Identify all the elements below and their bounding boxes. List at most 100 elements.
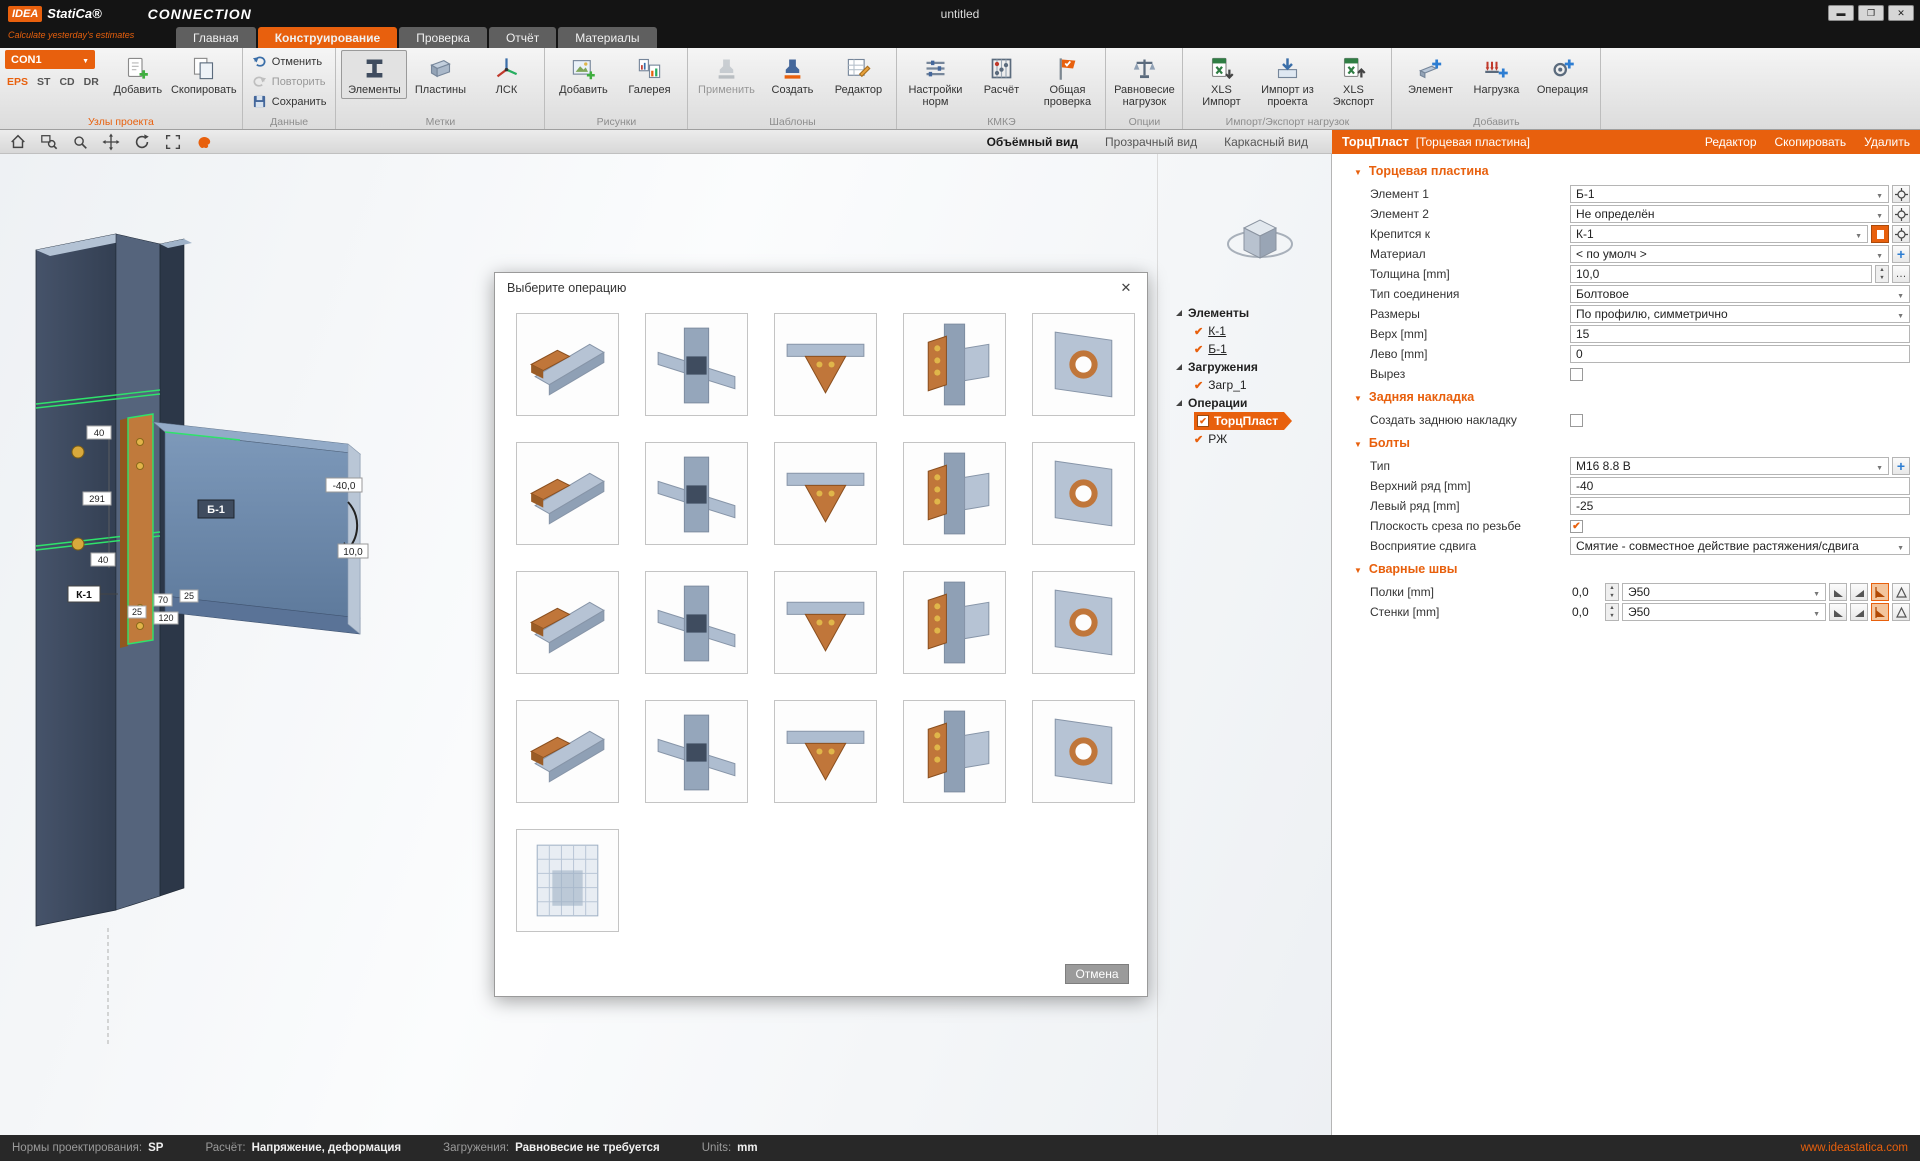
operation-thumbnail[interactable]: [903, 571, 1006, 674]
plate-bolt[interactable]: [137, 439, 144, 446]
tree-group-elements[interactable]: Элементы: [1176, 304, 1284, 322]
minimize-button[interactable]: ▬: [1828, 5, 1854, 21]
weld-type-button[interactable]: [1892, 583, 1910, 601]
tab-materials[interactable]: Материалы: [558, 27, 656, 48]
tree-group-loads[interactable]: Загружения: [1176, 358, 1284, 376]
calculate-button[interactable]: Расчёт: [968, 50, 1034, 99]
operation-thumbnail[interactable]: [1032, 571, 1135, 674]
operation-thumbnail[interactable]: [1032, 313, 1135, 416]
flange-weld-stepper[interactable]: [1605, 583, 1619, 601]
labels-lcs-button[interactable]: ЛСК: [473, 50, 539, 99]
spin-down-icon[interactable]: [1606, 612, 1618, 620]
view-mode-transparent[interactable]: Прозрачный вид: [1105, 135, 1197, 149]
operation-thumbnail[interactable]: [516, 313, 619, 416]
operation-thumbnail[interactable]: [516, 700, 619, 803]
spin-down-icon[interactable]: [1876, 274, 1888, 282]
tab-design[interactable]: Конструирование: [258, 27, 398, 48]
top-input[interactable]: 15: [1570, 325, 1910, 343]
tree-item-b1[interactable]: Б-1: [1176, 340, 1284, 358]
checkbox-icon[interactable]: [1197, 415, 1209, 427]
size-mode-select[interactable]: По профилю, симметрично: [1570, 305, 1910, 323]
beam-label[interactable]: Б-1: [198, 500, 234, 518]
add-material-button[interactable]: [1892, 245, 1910, 263]
spin-up-icon[interactable]: [1606, 584, 1618, 592]
view-mode-wireframe[interactable]: Каркасный вид: [1224, 135, 1308, 149]
weld-type-button[interactable]: [1892, 603, 1910, 621]
operation-thumbnail[interactable]: [774, 442, 877, 545]
import-from-project-button[interactable]: Импорт из проекта: [1254, 50, 1320, 111]
bolt-type-select[interactable]: M16 8.8 B: [1570, 457, 1889, 475]
operation-thumbnail[interactable]: [645, 442, 748, 545]
add-node-button[interactable]: Добавить: [105, 50, 171, 99]
flange-electrode-select[interactable]: Э50: [1622, 583, 1826, 601]
column-flange-face[interactable]: [36, 234, 116, 926]
save-button[interactable]: Сохранить: [248, 92, 331, 111]
3d-model[interactable]: Б-1 К-1 40 291: [8, 220, 488, 1050]
redo-button[interactable]: Повторить: [248, 72, 331, 91]
gallery-button[interactable]: Галерея: [616, 50, 682, 99]
close-button[interactable]: ✕: [1888, 5, 1914, 21]
xls-export-button[interactable]: XLS Экспорт: [1320, 50, 1386, 111]
fit-view-icon[interactable]: [163, 132, 183, 152]
editor-action[interactable]: Редактор: [1705, 135, 1757, 149]
cutout-checkbox[interactable]: [1570, 368, 1583, 381]
tree-group-operations[interactable]: Операции: [1176, 394, 1284, 412]
end-plate-side[interactable]: [120, 418, 128, 648]
pick-element-button[interactable]: [1892, 185, 1910, 203]
copy-node-button[interactable]: Скопировать: [171, 50, 237, 99]
xls-import-button[interactable]: XLS Импорт: [1188, 50, 1254, 111]
code-setup-button[interactable]: Настройки норм: [902, 50, 968, 111]
bolt-head[interactable]: [72, 446, 84, 458]
mode-st[interactable]: ST: [37, 76, 50, 88]
create-backplate-checkbox[interactable]: [1570, 414, 1583, 427]
weld-type-button[interactable]: [1850, 583, 1868, 601]
section-endplate-header[interactable]: Торцевая пластина: [1332, 158, 1920, 184]
operation-thumbnail[interactable]: [1032, 442, 1135, 545]
overall-check-button[interactable]: Общая проверка: [1034, 50, 1100, 111]
operation-thumbnail[interactable]: [903, 313, 1006, 416]
copy-action[interactable]: Скопировать: [1775, 135, 1847, 149]
operation-thumbnail[interactable]: [903, 442, 1006, 545]
labels-plates-button[interactable]: Пластины: [407, 50, 473, 99]
tab-report[interactable]: Отчёт: [489, 27, 556, 48]
web-electrode-select[interactable]: Э50: [1622, 603, 1826, 621]
add-picture-button[interactable]: Добавить: [550, 50, 616, 99]
weld-type-button-active[interactable]: [1871, 583, 1889, 601]
material-select[interactable]: < по умолч >: [1570, 245, 1889, 263]
section-bolts-header[interactable]: Болты: [1332, 430, 1920, 456]
add-load-button[interactable]: Нагрузка: [1463, 50, 1529, 99]
thickness-stepper[interactable]: [1875, 265, 1889, 283]
operation-thumbnail[interactable]: [774, 700, 877, 803]
mode-cd[interactable]: CD: [59, 76, 74, 88]
spin-up-icon[interactable]: [1876, 266, 1888, 274]
weld-type-button[interactable]: [1850, 603, 1868, 621]
shear-transfer-select[interactable]: Смятие - совместное действие растяжения/…: [1570, 537, 1910, 555]
operation-thumbnail[interactable]: [516, 829, 619, 932]
apply-template-button[interactable]: Применить: [693, 50, 759, 99]
cancel-button[interactable]: Отмена: [1065, 964, 1129, 984]
add-member-button[interactable]: Элемент: [1397, 50, 1463, 99]
tab-check[interactable]: Проверка: [399, 27, 487, 48]
create-template-button[interactable]: Создать: [759, 50, 825, 99]
flange-weld-size[interactable]: 0,0: [1570, 583, 1602, 601]
operation-thumbnail[interactable]: [645, 571, 748, 674]
web-weld-size[interactable]: 0,0: [1570, 603, 1602, 621]
pick-element-button[interactable]: [1892, 225, 1910, 243]
render-settings-icon[interactable]: [194, 132, 214, 152]
add-operation-button[interactable]: Операция: [1529, 50, 1595, 99]
mode-dr[interactable]: DR: [84, 76, 99, 88]
connection-item-selector[interactable]: CON1: [5, 50, 95, 69]
tree-item-k1[interactable]: К-1: [1176, 322, 1284, 340]
3d-viewport[interactable]: Б-1 К-1 40 291: [0, 154, 1332, 1135]
mode-eps[interactable]: EPS: [7, 76, 28, 88]
thickness-input[interactable]: 10,0: [1570, 265, 1872, 283]
template-editor-button[interactable]: Редактор: [825, 50, 891, 99]
more-options-button[interactable]: [1892, 265, 1910, 283]
left-input[interactable]: 0: [1570, 345, 1910, 363]
weld-type-button-active[interactable]: [1871, 603, 1889, 621]
close-icon[interactable]: ✕: [1117, 280, 1135, 296]
bolt-top-row-input[interactable]: -40: [1570, 477, 1910, 495]
operation-thumbnail[interactable]: [774, 571, 877, 674]
web-weld-stepper[interactable]: [1605, 603, 1619, 621]
add-bolt-assembly-button[interactable]: [1892, 457, 1910, 475]
